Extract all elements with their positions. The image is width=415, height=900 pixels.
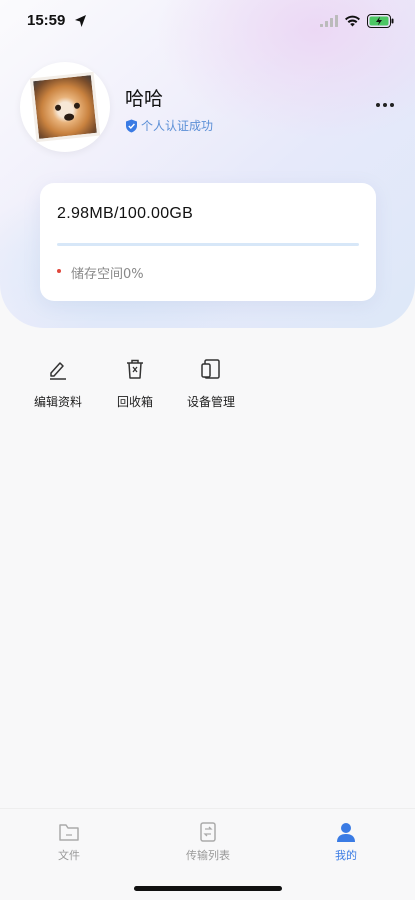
status-bar: 15:59 [0,0,415,44]
tab-me[interactable]: 我的 [301,821,391,865]
verification-text: 个人认证成功 [141,119,214,133]
status-time: 15:59 [27,12,66,29]
storage-usage-label: 储存空间0% [71,267,144,282]
transfer-icon [200,822,216,842]
cellular-signal-icon [320,15,338,27]
home-indicator[interactable] [134,886,282,891]
edit-profile-label: 编辑资料 [33,395,82,409]
storage-amount: 2.98MB/100.00GB [57,205,194,222]
wifi-icon [345,15,360,27]
tab-me-label: 我的 [335,849,357,862]
devices-icon [201,359,220,379]
device-management-label: 设备管理 [186,395,235,409]
quick-actions: 编辑资料 回收箱 设备管理 [0,355,415,415]
more-dot-icon [383,103,387,107]
device-management-action[interactable]: 设备管理 [171,355,251,415]
storage-progress-bar [57,243,359,246]
edit-icon [50,362,66,380]
trash-icon [127,359,143,379]
edit-profile-action[interactable]: 编辑资料 [18,355,98,415]
status-dot [57,269,61,273]
recycle-bin-action[interactable]: 回收箱 [95,355,175,415]
verification-badge: 个人认证成功 [125,117,213,134]
verified-shield-icon [126,119,137,132]
tab-transfer-list-label: 传输列表 [186,849,230,862]
avatar[interactable] [20,62,110,152]
tab-transfer-list[interactable]: 传输列表 [163,821,253,865]
folder-icon [59,824,79,841]
storage-card[interactable]: 2.98MB/100.00GB 储存空间0% [40,183,376,301]
tab-files[interactable]: 文件 [24,821,114,865]
recycle-bin-label: 回收箱 [116,395,153,409]
location-arrow-icon [75,15,86,27]
tab-files-label: 文件 [58,849,80,862]
more-dot-icon [390,103,394,107]
user-icon [337,823,355,842]
battery-charging-icon [367,14,394,28]
more-options-button[interactable] [373,99,397,111]
avatar-dog-photo [29,71,101,143]
username: 哈哈 [125,88,164,110]
more-dot-icon [376,103,380,107]
